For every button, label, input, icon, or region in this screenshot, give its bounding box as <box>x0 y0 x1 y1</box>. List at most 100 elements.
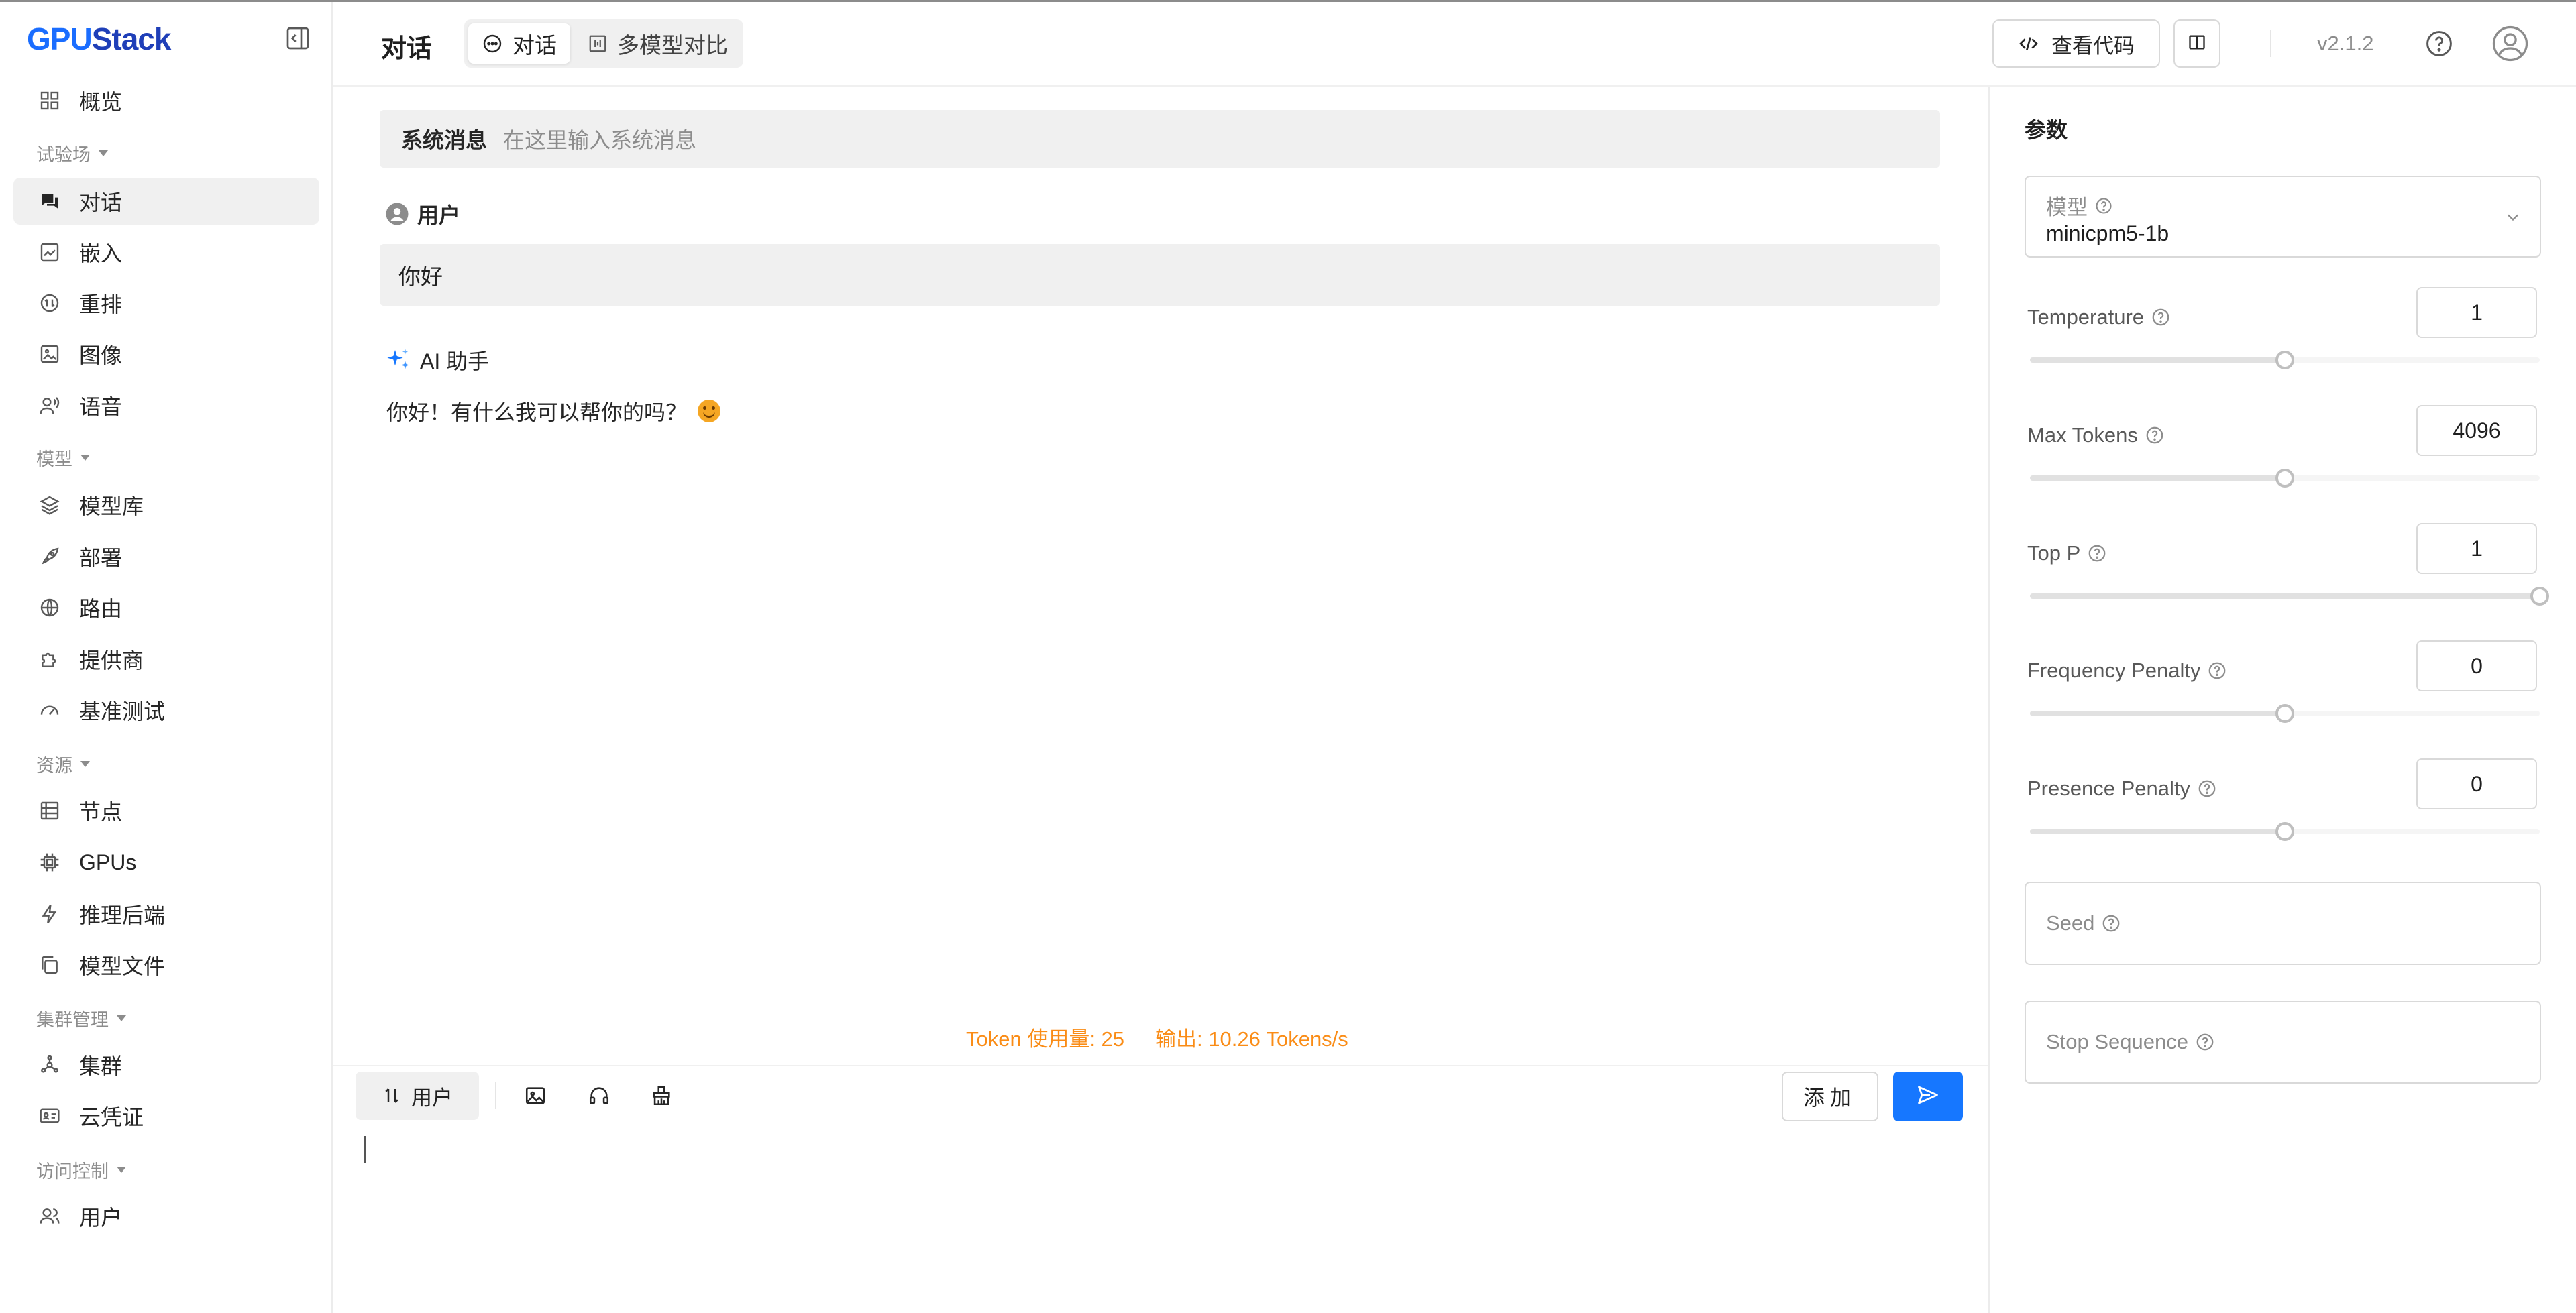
sidebar-item-model-catalog[interactable]: 模型库 <box>13 481 319 528</box>
sidebar-item-inference-backends[interactable]: 推理后端 <box>13 891 319 937</box>
layers-icon <box>36 492 63 518</box>
assistant-role-header: AI 助手 <box>385 345 489 376</box>
send-button[interactable] <box>1893 1072 1963 1121</box>
slider-track-fill <box>2030 357 2285 363</box>
clear-brush-icon[interactable] <box>648 1082 675 1109</box>
params-title: 参数 <box>2025 118 2068 142</box>
caret-down-icon <box>99 150 108 156</box>
model-select[interactable]: 模型 minicpm5-1b <box>2025 176 2541 258</box>
assistant-message-text: 你好！有什么我可以帮你的吗？ <box>386 400 688 424</box>
sidebar-item-model-files[interactable]: 模型文件 <box>13 941 319 988</box>
sidebar-item-rerank[interactable]: 重排 <box>13 280 319 327</box>
user-message[interactable]: 你好 <box>380 244 1940 306</box>
max-tokens-label: Max Tokens <box>2027 423 2165 447</box>
nav-group-models[interactable]: 模型 <box>36 445 90 471</box>
sidebar-item-routing[interactable]: 路由 <box>13 584 319 631</box>
logo[interactable]: GPUStack <box>27 21 171 57</box>
max-tokens-slider[interactable] <box>2030 469 2540 488</box>
sidebar-item-voice[interactable]: 语音 <box>13 382 319 429</box>
question-icon[interactable] <box>2195 1032 2215 1052</box>
sidebar-item-users[interactable]: 用户 <box>13 1193 319 1240</box>
upload-audio-icon[interactable] <box>586 1082 612 1109</box>
message-input[interactable] <box>364 1136 366 1163</box>
tab-multi-model-compare[interactable]: 多模型对比 <box>574 23 741 64</box>
sidebar-item-nodes[interactable]: 节点 <box>13 787 319 834</box>
question-icon[interactable] <box>2197 779 2217 799</box>
param-label-text: Top P <box>2027 541 2081 565</box>
toggle-params-panel-button[interactable] <box>2174 19 2220 68</box>
user-avatar-icon[interactable] <box>2491 25 2529 66</box>
sidebar-item-overview[interactable]: 概览 <box>13 77 319 124</box>
sidebar-item-gpus[interactable]: GPUs <box>13 839 319 886</box>
slider-handle[interactable] <box>2275 469 2294 488</box>
chip-icon <box>36 849 63 876</box>
sidebar-item-label: 集群 <box>79 1054 123 1078</box>
params-panel: 参数 模型 minicpm5-1b Temperature 1 Max Toke… <box>1988 87 2576 1313</box>
sidebar-item-label: 模型库 <box>79 494 144 518</box>
tab-label: 多模型对比 <box>617 33 728 58</box>
sidebar-item-clusters[interactable]: 集群 <box>13 1041 319 1088</box>
server-icon <box>36 797 63 824</box>
question-icon[interactable] <box>2145 425 2165 445</box>
sidebar-item-label: 路由 <box>79 597 123 621</box>
sidebar-item-chat[interactable]: 对话 <box>13 178 319 225</box>
view-code-button[interactable]: 查看代码 <box>1992 19 2160 68</box>
sidebar-item-label: 对话 <box>79 190 123 215</box>
slider-handle[interactable] <box>2530 587 2549 606</box>
sidebar-item-embedding[interactable]: 嵌入 <box>13 229 319 276</box>
sidebar-collapse-icon[interactable] <box>284 25 311 52</box>
role-switch-button[interactable]: 用户 <box>356 1072 479 1120</box>
max-tokens-input[interactable]: 4096 <box>2416 405 2537 456</box>
header: 对话 对话 多模型对比 查看代码 v2.1.2 <box>333 2 2576 87</box>
sidebar-item-benchmark[interactable]: 基准测试 <box>13 687 319 734</box>
sidebar-item-label: 概览 <box>79 90 123 114</box>
question-icon[interactable] <box>2207 661 2227 681</box>
top-p-input[interactable]: 1 <box>2416 523 2537 574</box>
seed-input[interactable]: Seed <box>2025 882 2541 965</box>
nav-group-access-control[interactable]: 访问控制 <box>36 1157 126 1183</box>
swap-vertical-icon <box>382 1086 402 1106</box>
cluster-icon <box>36 1051 63 1078</box>
id-card-icon <box>36 1102 63 1129</box>
system-message-field[interactable]: 系统消息 在这里输入系统消息 <box>380 110 1940 168</box>
nav-group-resources[interactable]: 资源 <box>36 751 90 777</box>
sidebar-item-deploy[interactable]: 部署 <box>13 533 319 580</box>
slider-track-fill <box>2030 711 2285 716</box>
smile-emoji-icon <box>698 400 721 422</box>
slider-handle[interactable] <box>2275 351 2294 369</box>
sidebar-item-cloud-credentials[interactable]: 云凭证 <box>13 1092 319 1139</box>
logo-text-gpu: GPU <box>27 21 93 56</box>
send-icon <box>1916 1083 1940 1110</box>
files-icon <box>36 952 63 978</box>
question-icon[interactable] <box>2101 913 2121 933</box>
caret-down-icon <box>80 455 90 461</box>
frequency-penalty-input[interactable]: 0 <box>2416 640 2537 691</box>
question-icon[interactable] <box>2087 543 2107 563</box>
upload-image-icon[interactable] <box>522 1082 549 1109</box>
slider-handle[interactable] <box>2275 822 2294 841</box>
help-icon[interactable] <box>2424 29 2454 62</box>
temperature-slider[interactable] <box>2030 351 2540 369</box>
question-icon[interactable] <box>2094 196 2113 215</box>
system-message-placeholder: 在这里输入系统消息 <box>503 128 697 152</box>
sidebar-item-providers[interactable]: 提供商 <box>13 636 319 683</box>
top-p-slider[interactable] <box>2030 587 2549 606</box>
nav-group-label: 试验场 <box>36 145 91 165</box>
nav-group-cluster-management[interactable]: 集群管理 <box>36 1005 126 1031</box>
stop-sequence-placeholder: Stop Sequence <box>2046 1030 2189 1053</box>
sidebar-item-label: GPUs <box>79 850 137 874</box>
sparkle-icon <box>385 347 412 374</box>
nav-group-playground[interactable]: 试验场 <box>36 140 108 166</box>
question-icon[interactable] <box>2151 307 2171 327</box>
presence-penalty-slider[interactable] <box>2030 822 2540 841</box>
caret-down-icon <box>117 1167 126 1173</box>
sidebar-item-image[interactable]: 图像 <box>13 331 319 378</box>
temperature-input[interactable]: 1 <box>2416 287 2537 338</box>
bolt-icon <box>36 901 63 927</box>
frequency-penalty-slider[interactable] <box>2030 704 2540 723</box>
slider-handle[interactable] <box>2275 704 2294 723</box>
stop-sequence-input[interactable]: Stop Sequence <box>2025 1001 2541 1084</box>
add-message-button[interactable]: 添加 <box>1782 1072 1878 1121</box>
presence-penalty-input[interactable]: 0 <box>2416 758 2537 809</box>
tab-chat[interactable]: 对话 <box>468 23 570 64</box>
